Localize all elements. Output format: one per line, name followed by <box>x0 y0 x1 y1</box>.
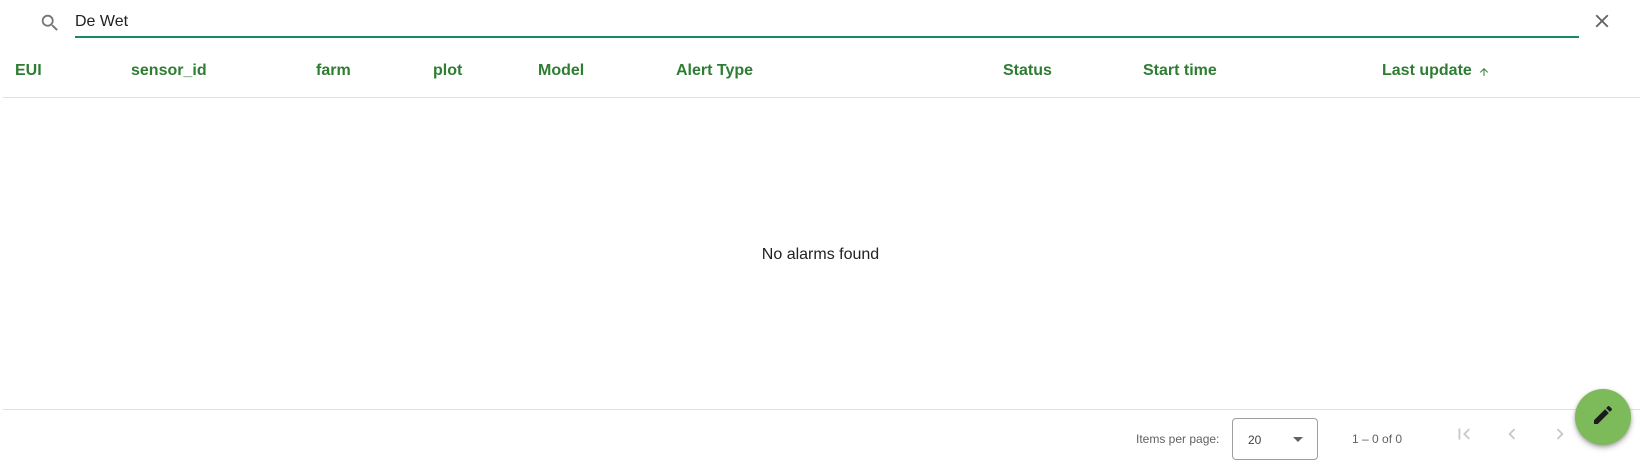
clear-search-button[interactable] <box>1589 10 1615 36</box>
column-header-label: sensor_id <box>131 62 207 79</box>
close-icon <box>1591 10 1613 37</box>
pencil-icon <box>1591 403 1615 432</box>
page-size-value: 20 <box>1248 433 1262 447</box>
page-range-label: 1 – 0 of 0 <box>1352 432 1403 446</box>
column-header-plot[interactable]: plot <box>433 62 462 80</box>
items-per-page-label: Items per page: <box>1136 432 1220 446</box>
column-header-start-time[interactable]: Start time <box>1143 62 1217 80</box>
search-bar <box>0 0 1649 44</box>
edit-fab-button[interactable] <box>1575 389 1631 445</box>
next-page-button[interactable] <box>1548 424 1572 448</box>
column-header-label: Model <box>538 62 585 79</box>
column-header-model[interactable]: Model <box>538 62 584 80</box>
column-header-label: Alert Type <box>676 62 754 79</box>
table-header-row: EUI sensor_id farm plot Model Alert Type… <box>3 46 1640 98</box>
previous-page-button[interactable] <box>1500 424 1524 448</box>
chevron-right-icon <box>1549 423 1571 450</box>
column-header-label: Last update <box>1382 62 1472 79</box>
column-header-label: plot <box>433 62 463 79</box>
page-size-select[interactable]: 20 <box>1232 418 1318 460</box>
search-input[interactable] <box>75 6 1579 38</box>
empty-state-message: No alarms found <box>761 246 880 263</box>
search-icon <box>39 12 61 34</box>
column-header-sensor-id[interactable]: sensor_id <box>131 62 207 80</box>
column-header-farm[interactable]: farm <box>316 62 351 80</box>
column-header-status[interactable]: Status <box>1003 62 1052 80</box>
first-page-button[interactable] <box>1452 424 1476 448</box>
column-header-alert-type[interactable]: Alert Type <box>676 62 753 80</box>
arrow-up-icon <box>1478 65 1490 77</box>
paginator: Items per page: 20 1 – 0 of 0 <box>3 409 1640 465</box>
first-page-icon <box>1453 423 1475 450</box>
chevron-left-icon <box>1501 423 1523 450</box>
dropdown-arrow-icon <box>1293 437 1303 442</box>
column-header-eui[interactable]: EUI <box>15 62 42 80</box>
column-header-label: Status <box>1003 62 1052 79</box>
column-header-label: EUI <box>15 62 42 79</box>
column-header-label: Start time <box>1143 62 1217 79</box>
alarms-page: EUI sensor_id farm plot Model Alert Type… <box>0 0 1649 465</box>
column-header-label: farm <box>316 62 351 79</box>
column-header-last-update[interactable]: Last update <box>1382 62 1490 80</box>
